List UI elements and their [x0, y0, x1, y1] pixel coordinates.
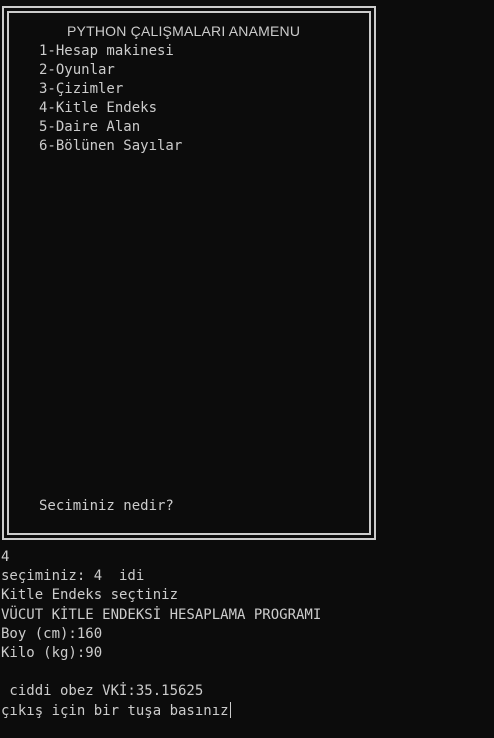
- menu-item-kitle-endeks: 4-Kitle Endeks: [39, 100, 158, 116]
- console-line-weight: Kilo (kg):90: [1, 644, 103, 661]
- exit-prompt-text: çıkış için bir tuşa basınız: [1, 702, 229, 719]
- console-output[interactable]: 4 seçiminiz: 4 idi Kitle Endeks seçtiniz…: [1, 548, 491, 721]
- console-line-result: ciddi obez VKİ:35.15625: [1, 683, 204, 700]
- menu-frame-outer: PYTHON ÇALIŞMALARI ANAMENU 1-Hesap makin…: [2, 6, 376, 540]
- menu-list: 1-Hesap makinesi 2-Oyunlar 3-Çizimler 4-…: [39, 42, 182, 156]
- menu-prompt: Seciminiz nedir?: [39, 498, 174, 514]
- menu-title: PYTHON ÇALIŞMALARI ANAMENU: [67, 23, 301, 39]
- menu-item-cizimler: 3-Çizimler: [39, 81, 124, 97]
- console-line-exit-prompt[interactable]: çıkış için bir tuşa basınız: [1, 701, 491, 721]
- console-line-program-title: VÜCUT KİTLE ENDEKSİ HESAPLAMA PROGRAMI: [1, 606, 322, 623]
- menu-item-bolunen-sayilar: 6-Bölünen Sayılar: [39, 138, 183, 154]
- menu-item-hesap-makinesi: 1-Hesap makinesi: [39, 43, 174, 59]
- menu-item-oyunlar: 2-Oyunlar: [39, 62, 115, 78]
- text-cursor: [229, 701, 231, 718]
- menu-item-daire-alan: 5-Daire Alan: [39, 119, 141, 135]
- console-line-input: 4: [1, 549, 10, 565]
- console-line-selection: seçiminiz: 4 idi: [1, 568, 145, 585]
- console-line-chosen: Kitle Endeks seçtiniz: [1, 587, 179, 604]
- menu-frame-inner: PYTHON ÇALIŞMALARI ANAMENU 1-Hesap makin…: [7, 11, 371, 535]
- console-line-height: Boy (cm):160: [1, 625, 103, 642]
